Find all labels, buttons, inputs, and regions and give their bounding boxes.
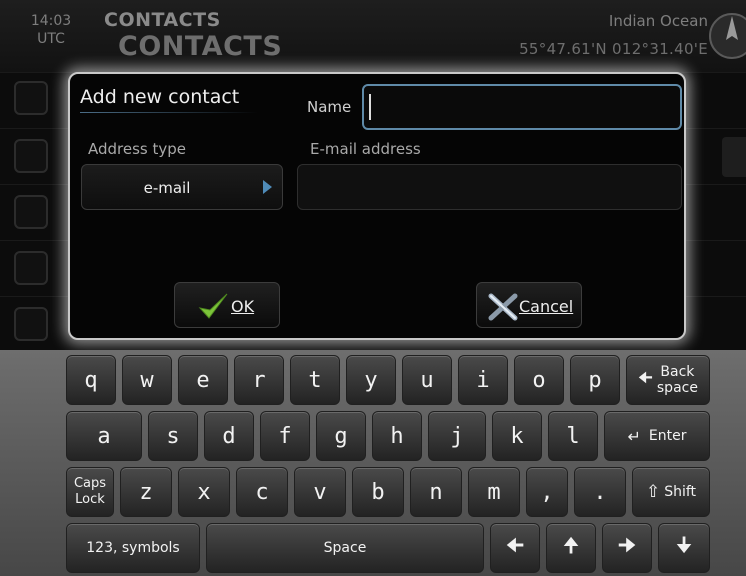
row-checkbox — [14, 251, 48, 285]
key-e[interactable]: e — [178, 355, 228, 405]
name-label: Name — [307, 98, 352, 116]
clock-timezone: UTC — [37, 31, 65, 47]
arrow-down-key[interactable]: 🠋 — [658, 523, 710, 573]
caps-lock-label: Caps Lock — [73, 476, 107, 507]
compass-icon — [709, 13, 746, 59]
enter-icon: ↵ — [627, 426, 641, 446]
cancel-button[interactable]: Cancel — [476, 282, 582, 328]
close-icon — [488, 293, 518, 321]
email-address-input[interactable] — [297, 164, 682, 210]
key-a[interactable]: a — [66, 411, 142, 461]
key-c[interactable]: c — [236, 467, 288, 517]
arrow-up-key[interactable]: 🠉 — [546, 523, 596, 573]
key-g[interactable]: g — [316, 411, 366, 461]
key-q[interactable]: q — [66, 355, 116, 405]
name-input[interactable] — [362, 84, 682, 130]
location-label: Indian Ocean — [608, 12, 708, 30]
key-i[interactable]: i — [458, 355, 508, 405]
row-checkbox — [14, 81, 48, 115]
cancel-button-label: Cancel — [519, 297, 574, 316]
header-bar: 14:03 UTC CONTACTS CONTACTS Indian Ocean… — [0, 0, 746, 72]
text-cursor — [369, 94, 371, 120]
checkmark-icon — [198, 293, 228, 319]
enter-key[interactable]: ↵ Enter — [604, 411, 710, 461]
arrow-up-icon: 🠉 — [562, 533, 580, 557]
key-k[interactable]: k — [492, 411, 542, 461]
key-b[interactable]: b — [352, 467, 404, 517]
key-j[interactable]: j — [428, 411, 486, 461]
key-t[interactable]: t — [290, 355, 340, 405]
backspace-key[interactable]: 🠈 Back space — [626, 355, 710, 405]
backspace-label: Back space — [656, 364, 698, 396]
key-u[interactable]: u — [402, 355, 452, 405]
chevron-right-icon — [263, 180, 272, 194]
enter-label: Enter — [648, 428, 687, 444]
page-title-small: CONTACTS — [104, 9, 221, 31]
key-d[interactable]: d — [204, 411, 254, 461]
coordinates-label: 55°47.61'N 012°31.40'E — [519, 40, 708, 58]
key-w[interactable]: w — [122, 355, 172, 405]
dialog-title: Add new contact — [80, 86, 240, 108]
row-checkbox — [14, 139, 48, 173]
arrow-left-key[interactable]: 🠈 — [490, 523, 540, 573]
row-checkbox — [14, 195, 48, 229]
backspace-arrow-icon: 🠈 — [638, 367, 653, 387]
address-type-label: Address type — [88, 140, 187, 158]
side-scroll-button — [722, 137, 746, 177]
page-title: CONTACTS — [118, 31, 283, 62]
title-underline — [80, 112, 258, 113]
ok-button-label: OK — [231, 297, 255, 316]
address-type-value: e-mail — [143, 179, 191, 197]
key-x[interactable]: x — [178, 467, 230, 517]
arrow-left-icon: 🠈 — [505, 533, 525, 557]
ok-button[interactable]: OK — [174, 282, 280, 328]
key-period[interactable]: . — [574, 467, 626, 517]
key-n[interactable]: n — [410, 467, 462, 517]
shift-key[interactable]: ⇧ Shift — [632, 467, 710, 517]
shift-label: Shift — [664, 484, 697, 500]
add-contact-dialog: Add new contact Name Address type E-mail… — [68, 72, 686, 340]
shift-icon: ⇧ — [645, 482, 661, 502]
key-h[interactable]: h — [372, 411, 422, 461]
arrow-right-icon: 🠊 — [617, 533, 637, 557]
key-p[interactable]: p — [570, 355, 620, 405]
email-address-label: E-mail address — [310, 140, 421, 158]
key-v[interactable]: v — [294, 467, 346, 517]
key-s[interactable]: s — [148, 411, 198, 461]
arrow-down-icon: 🠋 — [675, 533, 693, 557]
key-o[interactable]: o — [514, 355, 564, 405]
on-screen-keyboard: q w e r t y u i o p 🠈 Back space a s d f… — [0, 350, 746, 576]
key-comma[interactable]: , — [526, 467, 568, 517]
arrow-right-key[interactable]: 🠊 — [602, 523, 652, 573]
key-y[interactable]: y — [346, 355, 396, 405]
clock-time: 14:03 — [30, 13, 72, 29]
key-r[interactable]: r — [234, 355, 284, 405]
key-l[interactable]: l — [548, 411, 598, 461]
caps-lock-key[interactable]: Caps Lock — [66, 467, 114, 517]
row-checkbox — [14, 307, 48, 341]
symbols-key[interactable]: 123, symbols — [66, 523, 200, 573]
key-z[interactable]: z — [120, 467, 172, 517]
clock: 14:03 UTC — [26, 12, 76, 48]
space-key[interactable]: Space — [206, 523, 484, 573]
key-m[interactable]: m — [468, 467, 520, 517]
key-f[interactable]: f — [260, 411, 310, 461]
address-type-select[interactable]: e-mail — [81, 164, 283, 210]
